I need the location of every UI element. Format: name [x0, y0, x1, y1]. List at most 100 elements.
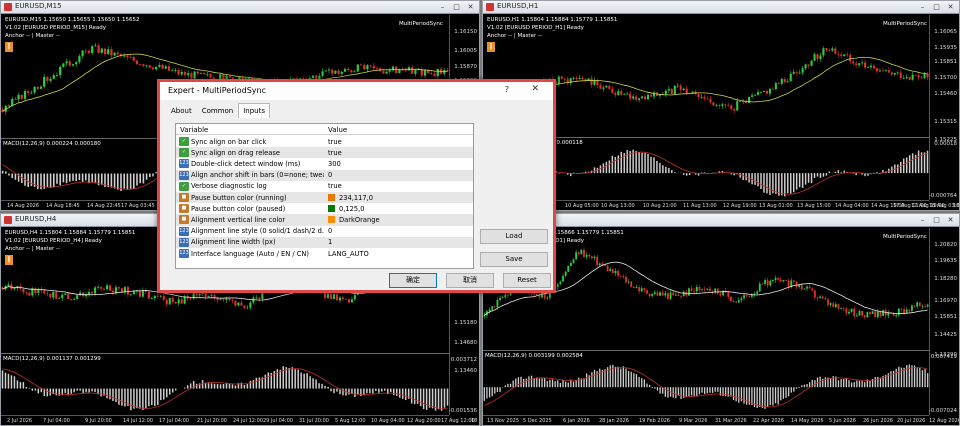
- input-value[interactable]: 234,117,0: [328, 193, 373, 202]
- pause-button[interactable]: ‖: [487, 42, 495, 52]
- candle-body: [695, 286, 698, 292]
- candle-body: [22, 288, 25, 293]
- macd-scale-tick: -0.007024: [928, 408, 957, 414]
- input-row[interactable]: ✓ Verbose diagnostic log true: [176, 181, 473, 192]
- input-row[interactable]: ■ Alignment vertical line color DarkOrange: [176, 214, 473, 226]
- candle-body: [688, 288, 690, 296]
- candle-body: [240, 302, 243, 306]
- save-button[interactable]: Save: [480, 252, 548, 267]
- input-row[interactable]: 123 Alignment line style (0 solid/1 dash/…: [176, 226, 473, 237]
- candle-body: [795, 281, 798, 287]
- macd-chart[interactable]: [1, 355, 449, 416]
- price-tick: 1.20820: [934, 242, 957, 248]
- macd-label: MACD(12,26,9) 0.001137 0.001299: [3, 356, 101, 362]
- pause-button[interactable]: ‖: [5, 42, 13, 52]
- minimize-icon[interactable]: –: [436, 2, 449, 12]
- input-value-text: true: [328, 182, 342, 191]
- chart-window-icon: [486, 3, 494, 11]
- candle-body: [644, 96, 647, 100]
- column-header-variable[interactable]: Variable: [180, 126, 208, 134]
- candle-body: [864, 62, 867, 68]
- load-button[interactable]: Load: [480, 229, 548, 244]
- column-header-value[interactable]: Value: [328, 126, 347, 134]
- close-icon[interactable]: ✕: [944, 215, 957, 225]
- candle-body: [353, 294, 356, 300]
- minimize-icon[interactable]: –: [916, 2, 929, 12]
- input-value[interactable]: DarkOrange: [328, 215, 380, 224]
- candle-body: [843, 54, 846, 56]
- candle-body: [761, 283, 764, 285]
- help-icon[interactable]: ?: [505, 85, 509, 94]
- time-axis: 13 Nov 2025 5 Dec 2025 6 Jan 2026 28 Jan 20…: [483, 415, 959, 425]
- input-value[interactable]: true: [328, 138, 342, 146]
- input-row[interactable]: ✓ Sync align on drag release true: [176, 147, 473, 159]
- candle-body: [849, 54, 852, 62]
- input-value[interactable]: 1: [328, 238, 332, 246]
- time-tick: 17 Aug 12:00: [441, 418, 475, 424]
- candle-body: [590, 78, 593, 85]
- candle-body: [804, 64, 807, 69]
- candle-body: [643, 288, 646, 291]
- candle-body: [787, 280, 790, 288]
- input-row[interactable]: 123 Double-click detect window (ms) 300: [176, 158, 473, 169]
- time-tick: 11 Aug 13:00: [683, 203, 717, 209]
- time-tick: 5 Dec 2025: [523, 418, 552, 424]
- candle-body: [831, 48, 834, 51]
- candle-body: [630, 281, 633, 288]
- pane-separator: [483, 350, 929, 351]
- tab-about[interactable]: About: [166, 103, 197, 118]
- candle-body: [625, 276, 627, 283]
- input-value[interactable]: LANG_AUTO: [328, 250, 369, 258]
- close-icon[interactable]: ✕: [464, 2, 477, 12]
- close-icon[interactable]: ✕: [944, 2, 957, 12]
- maximize-icon[interactable]: □: [930, 2, 943, 12]
- macd-scale-tick: 0.003712: [450, 357, 477, 363]
- ok-button[interactable]: 确定: [389, 273, 437, 288]
- chart-window-titlebar[interactable]: EURUSD,H1 – □ ✕: [483, 1, 959, 14]
- tab-common[interactable]: Common: [197, 103, 239, 118]
- candle-body: [222, 299, 225, 301]
- indicator-name: MultiPeriodSync: [883, 234, 927, 240]
- input-value[interactable]: 0: [328, 227, 332, 235]
- input-value[interactable]: 0: [328, 171, 332, 179]
- input-value[interactable]: true: [328, 149, 342, 157]
- minimize-icon[interactable]: –: [916, 215, 929, 225]
- candle-body: [62, 63, 65, 67]
- input-row[interactable]: 123 Align anchor shift in bars (0=none; t…: [176, 169, 473, 181]
- close-icon[interactable]: ✕: [531, 84, 539, 94]
- maximize-icon[interactable]: □: [930, 215, 943, 225]
- tab-inputs[interactable]: Inputs: [238, 103, 271, 118]
- macd-scale-tick: 0.00018: [934, 141, 957, 147]
- cancel-button[interactable]: 取消: [446, 273, 494, 288]
- price-tick: 1.15935: [934, 45, 957, 51]
- candle-body: [811, 288, 814, 291]
- macd-chart[interactable]: [483, 352, 929, 416]
- input-value[interactable]: true: [328, 182, 342, 190]
- dialog-titlebar[interactable]: Expert - MultiPeriodSync ? ✕: [160, 82, 553, 100]
- input-row[interactable]: ■ Pause button color (running) 234,117,0: [176, 192, 473, 204]
- candle-body: [876, 311, 879, 318]
- input-row[interactable]: ■ Pause button color (paused) 0,125,0: [176, 203, 473, 214]
- candle-body: [246, 307, 249, 309]
- chart-window-titlebar[interactable]: EURUSD,M15 – □ ✕: [1, 1, 479, 14]
- candle-body: [822, 48, 825, 56]
- candle-body: [840, 54, 843, 56]
- reset-button[interactable]: Reset: [503, 273, 551, 288]
- input-row[interactable]: 123 Alignment line width (px) 1: [176, 236, 473, 248]
- candle-body: [52, 291, 55, 298]
- candle-body: [546, 297, 549, 299]
- version-status: V1.02 [EURUSD PERIOD_H1] Ready: [487, 25, 584, 31]
- candle-body: [382, 71, 385, 74]
- candle-body: [690, 288, 693, 291]
- pause-button[interactable]: ‖: [5, 255, 13, 265]
- candle-body: [414, 70, 417, 74]
- candle-body: [388, 70, 391, 72]
- candle-body: [816, 297, 819, 299]
- input-value[interactable]: 0,125,0: [328, 204, 365, 213]
- input-row[interactable]: ✓ Sync align on bar click true: [176, 136, 473, 147]
- input-value[interactable]: 300: [328, 160, 341, 168]
- input-row[interactable]: 123 Interface language (Auto / EN / CN) LA…: [176, 248, 473, 259]
- candle-body: [780, 79, 783, 84]
- candle-body: [564, 271, 567, 276]
- maximize-icon[interactable]: □: [450, 2, 463, 12]
